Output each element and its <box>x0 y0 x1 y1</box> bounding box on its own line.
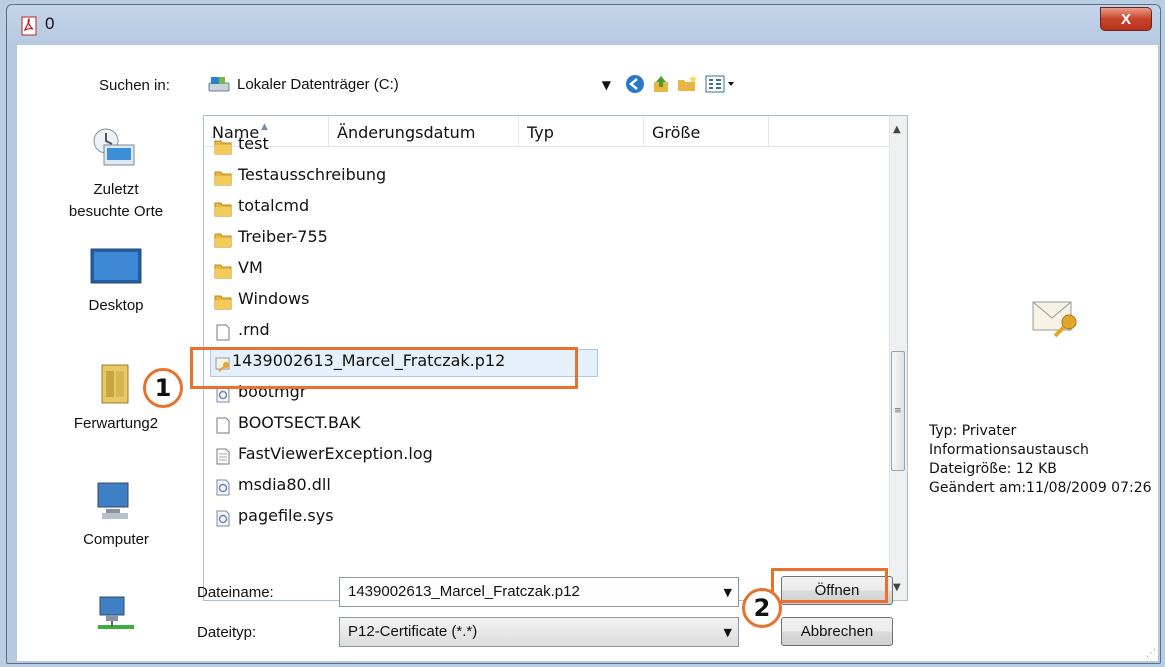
system-file-icon <box>214 479 232 496</box>
place-label: Zuletzt <box>93 181 139 198</box>
filename-value: 1439002613_Marcel_Fratczak.p12 <box>348 583 580 600</box>
dropdown-arrow-icon[interactable]: ▼ <box>724 586 732 599</box>
place-label: Computer <box>83 531 149 548</box>
dialog-body: Suchen in: Lokaler Datenträger (C:) ▼ Zu… <box>17 45 1158 661</box>
file-details: Typ: Privater Informationsaustausch Date… <box>929 422 1152 498</box>
dropdown-arrow-icon[interactable]: ▼ <box>724 626 732 639</box>
place-desktop[interactable]: Desktop <box>51 245 181 317</box>
file-row[interactable]: .rnd <box>210 317 890 348</box>
detail-size: Dateigröße: 12 KB <box>929 461 1057 477</box>
window-title: 0 <box>45 14 55 33</box>
view-menu-icon[interactable] <box>704 73 738 95</box>
file-name: VM <box>238 258 263 277</box>
new-folder-icon[interactable] <box>676 73 698 95</box>
folder-icon <box>214 138 232 155</box>
file-row[interactable]: BOOTSECT.BAK <box>210 410 890 441</box>
filename-label: Dateiname: <box>197 584 274 601</box>
file-row[interactable]: VM <box>210 255 890 286</box>
cancel-button[interactable]: Abbrechen <box>781 617 893 646</box>
resize-grip-icon[interactable]: ⋰ <box>1146 648 1156 659</box>
place-label: Ferwartung2 <box>73 415 159 432</box>
lookin-label: Suchen in: <box>99 77 170 94</box>
drive-icon <box>208 77 230 92</box>
file-name: msdia80.dll <box>238 475 331 494</box>
file-icon <box>214 324 232 341</box>
user-folder-icon <box>101 364 129 404</box>
highlight-selected-file <box>190 347 578 389</box>
file-name: FastViewerException.log <box>238 444 433 463</box>
filename-input[interactable]: 1439002613_Marcel_Fratczak.p12 ▼ <box>339 577 739 607</box>
filetype-value: P12-Certificate (*.*) <box>348 623 478 640</box>
up-folder-icon[interactable] <box>650 73 672 95</box>
file-open-dialog: 0 X Suchen in: Lokaler Datenträger (C:) … <box>6 4 1161 664</box>
folder-icon <box>214 231 232 248</box>
place-recent[interactable]: Zuletzt besuchte Orte <box>51 127 181 223</box>
dropdown-arrow-icon: ▼ <box>601 78 611 92</box>
network-icon <box>98 596 134 629</box>
folder-icon <box>214 262 232 279</box>
file-row[interactable]: pagefile.sys <box>210 503 890 534</box>
file-row[interactable]: FastViewerException.log <box>210 441 890 472</box>
place-network[interactable] <box>51 593 181 643</box>
scroll-down-icon[interactable]: ▼ <box>893 582 901 593</box>
grip-icon: ≡ <box>894 406 902 416</box>
detail-type-cont: Informationsaustausch <box>929 442 1089 458</box>
filetype-label: Dateityp: <box>197 624 257 641</box>
lookin-dropdown[interactable]: Lokaler Datenträger (C:) ▼ <box>203 70 615 100</box>
detail-type: Typ: Privater <box>929 423 1017 439</box>
callout-two: 2 <box>742 588 782 628</box>
place-label: besuchte Orte <box>68 203 164 220</box>
file-icon <box>214 417 232 434</box>
file-row[interactable]: Testausschreibung <box>210 162 890 193</box>
file-name: BOOTSECT.BAK <box>238 413 361 432</box>
folder-icon <box>214 169 232 186</box>
file-name: test <box>238 134 269 153</box>
file-name: totalcmd <box>238 196 310 215</box>
title-bar: 0 X <box>7 5 1160 45</box>
place-computer[interactable]: Computer <box>51 479 181 551</box>
file-name: Testausschreibung <box>238 165 387 184</box>
scroll-up-icon[interactable]: ▲ <box>893 124 901 135</box>
pdf-app-icon <box>21 16 37 36</box>
file-row[interactable]: Windows <box>210 286 890 317</box>
place-label: Desktop <box>88 297 144 314</box>
file-name: .rnd <box>238 320 270 339</box>
recent-places-icon <box>93 128 135 166</box>
callout-one: 1 <box>143 368 183 408</box>
system-file-icon <box>214 510 232 527</box>
computer-icon <box>97 482 129 519</box>
folder-icon <box>214 293 232 310</box>
filetype-select[interactable]: P12-Certificate (*.*) ▼ <box>339 617 739 647</box>
highlight-open-button <box>771 568 888 603</box>
file-name: Treiber-755 <box>238 227 328 246</box>
close-button[interactable]: X <box>1100 7 1152 31</box>
file-row[interactable]: Treiber-755 <box>210 224 890 255</box>
certificate-preview-icon <box>1032 301 1077 338</box>
file-name: Windows <box>238 289 310 308</box>
folder-icon <box>214 200 232 217</box>
file-name: pagefile.sys <box>238 506 334 525</box>
desktop-icon <box>90 248 142 284</box>
text-file-icon <box>214 448 232 465</box>
detail-modified: Geändert am:11/08/2009 07:26 <box>929 480 1152 496</box>
vertical-scrollbar[interactable]: ▲ ≡ ▼ <box>889 116 907 600</box>
lookin-value: Lokaler Datenträger (C:) <box>237 76 399 93</box>
back-icon[interactable] <box>624 73 646 95</box>
file-row[interactable]: totalcmd <box>210 193 890 224</box>
file-row[interactable]: msdia80.dll <box>210 472 890 503</box>
file-row[interactable]: test <box>210 131 890 162</box>
